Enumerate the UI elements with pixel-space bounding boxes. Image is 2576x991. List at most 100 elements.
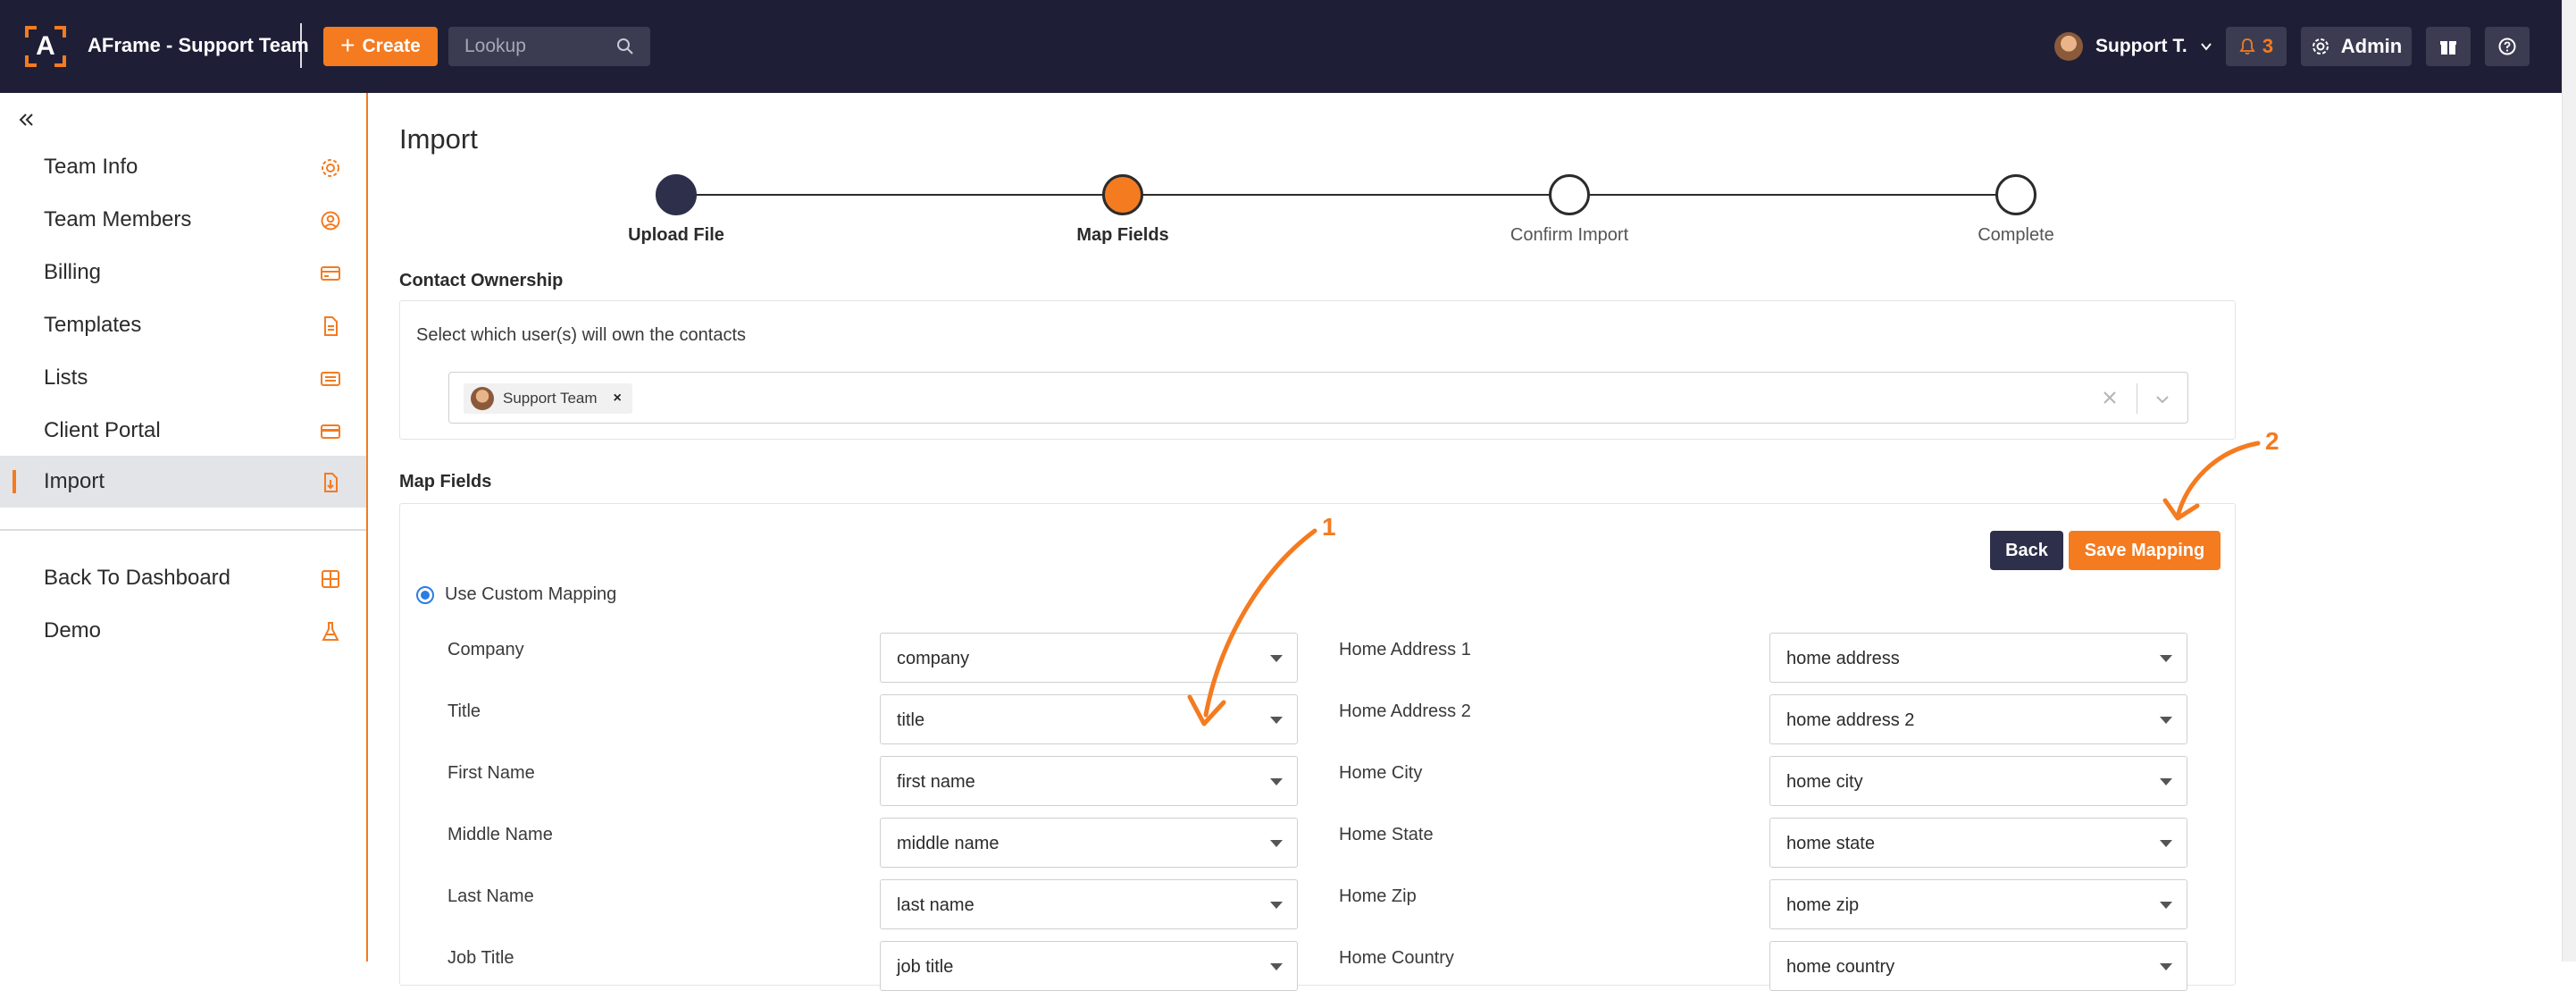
sidebar-item-billing[interactable]: Billing (0, 247, 366, 298)
create-button-label: Create (362, 36, 421, 56)
back-button[interactable]: Back (1990, 531, 2063, 570)
step-connector (1569, 194, 2016, 196)
sidebar-item-lists[interactable]: Lists (0, 352, 366, 404)
gift-icon (2440, 41, 2456, 55)
remove-chip-icon[interactable]: × (614, 391, 622, 407)
field-select-home-address-1[interactable]: home address (1769, 633, 2187, 683)
file-import-icon (324, 473, 338, 492)
contact-ownership-heading: Contact Ownership (399, 271, 564, 290)
selected-user-chip: Support Team × (464, 383, 632, 414)
field-select-value: home zip (1786, 895, 1860, 915)
page-scrollbar[interactable] (2562, 0, 2576, 962)
field-select-value: home address (1786, 649, 1900, 668)
sidebar-item-client-portal[interactable]: Client Portal (0, 405, 366, 457)
admin-label: Admin (2340, 35, 2403, 57)
owner-multiselect[interactable]: Support Team × (448, 372, 2188, 424)
field-select-value: first name (897, 772, 975, 792)
sidebar-item-import[interactable]: Import (0, 456, 366, 508)
field-select-home-address-2[interactable]: home address 2 (1769, 694, 2187, 744)
admin-button[interactable]: Admin (2301, 27, 2412, 66)
annotation-number-1: 1 (1322, 513, 1336, 541)
field-label-title: Title (447, 701, 481, 721)
step-confirm-import-label: Confirm Import (1510, 225, 1629, 245)
credit-card-icon (321, 266, 340, 281)
field-select-home-country[interactable]: home country (1769, 941, 2187, 991)
user-circle-icon (321, 211, 340, 231)
logo-letter: A (36, 31, 55, 61)
map-fields-heading: Map Fields (399, 472, 492, 491)
step-complete-indicator (1995, 174, 2037, 215)
notifications-button[interactable]: 3 (2226, 27, 2287, 66)
sidebar-item-team-members[interactable]: Team Members (0, 194, 366, 246)
field-select-value: home city (1786, 772, 1863, 792)
field-select-home-city[interactable]: home city (1769, 756, 2187, 806)
field-select-first-name[interactable]: first name (880, 756, 1298, 806)
save-mapping-button[interactable]: Save Mapping (2069, 531, 2221, 570)
user-menu[interactable]: Support T. (2054, 30, 2212, 63)
list-icon (321, 372, 340, 386)
step-connector (1123, 194, 1569, 196)
step-connector (676, 194, 1123, 196)
sidebar-divider (0, 529, 366, 531)
collapse-sidebar-icon[interactable] (16, 109, 38, 130)
chevron-down-icon[interactable] (2154, 391, 2171, 408)
dropdown-caret-icon (2160, 778, 2172, 785)
card-icon (321, 424, 340, 439)
sidebar-item-demo[interactable]: Demo (0, 605, 366, 657)
aframe-logo[interactable]: A (25, 26, 66, 67)
sidebar-item-templates[interactable]: Templates (0, 299, 366, 351)
help-button[interactable] (2485, 27, 2530, 66)
field-label-home-zip: Home Zip (1339, 886, 1417, 906)
lookup-input[interactable] (448, 27, 609, 66)
dropdown-caret-icon (2160, 963, 2172, 970)
field-label-middle-name: Middle Name (447, 825, 553, 844)
chevron-down-icon (2200, 43, 2212, 51)
search-icon[interactable] (616, 38, 634, 55)
ownership-hint: Select which user(s) will own the contac… (416, 325, 747, 345)
field-select-job-title[interactable]: job title (880, 941, 1298, 991)
dropdown-caret-icon (2160, 717, 2172, 724)
gift-button[interactable] (2426, 27, 2471, 66)
sidebar-item-label: Back To Dashboard (44, 566, 231, 590)
app-title: AFrame - Support Team (88, 34, 309, 56)
sidebar-item-label: Billing (44, 260, 102, 284)
dropdown-caret-icon (1270, 717, 1283, 724)
dropdown-caret-icon (2160, 840, 2172, 847)
field-select-home-zip[interactable]: home zip (1769, 879, 2187, 929)
sidebar-item-label: Templates (44, 313, 142, 337)
field-select-value: company (897, 649, 970, 668)
flask-icon (322, 622, 339, 641)
field-label-home-address-2: Home Address 2 (1339, 701, 1471, 721)
custom-mapping-label: Use Custom Mapping (445, 584, 617, 604)
field-select-value: job title (897, 957, 954, 977)
field-label-job-title: Job Title (447, 948, 514, 968)
field-select-last-name[interactable]: last name (880, 879, 1298, 929)
custom-mapping-radio[interactable] (416, 585, 434, 604)
field-label-home-state: Home State (1339, 825, 1434, 844)
dropdown-caret-icon (2160, 655, 2172, 662)
sidebar-item-back-to-dashboard[interactable]: Back To Dashboard (0, 552, 366, 604)
gear-icon (2312, 38, 2329, 55)
nav-divider (300, 23, 302, 68)
field-select-home-state[interactable]: home state (1769, 818, 2187, 868)
field-select-company[interactable]: company (880, 633, 1298, 683)
notification-count: 3 (2262, 35, 2274, 57)
use-custom-mapping-option[interactable]: Use Custom Mapping (416, 584, 616, 605)
field-select-title[interactable]: title (880, 694, 1298, 744)
dropdown-caret-icon (2160, 902, 2172, 909)
dropdown-caret-icon (1270, 902, 1283, 909)
clear-selection-icon[interactable] (2100, 388, 2120, 407)
step-map-fields-label: Map Fields (1076, 225, 1169, 245)
field-label-first-name: First Name (447, 763, 535, 783)
field-select-value: middle name (897, 834, 999, 853)
field-select-value: home country (1786, 957, 1895, 977)
field-select-middle-name[interactable]: middle name (880, 818, 1298, 868)
lookup-search[interactable] (448, 27, 650, 66)
sidebar-item-team-info[interactable]: Team Info (0, 141, 366, 193)
field-label-company: Company (447, 640, 524, 659)
annotation-number-2: 2 (2265, 427, 2279, 455)
gear-icon (322, 159, 339, 177)
create-button[interactable]: + Create (323, 27, 438, 66)
selected-user-name: Support Team (503, 390, 598, 407)
step-complete-label: Complete (1978, 225, 2054, 245)
